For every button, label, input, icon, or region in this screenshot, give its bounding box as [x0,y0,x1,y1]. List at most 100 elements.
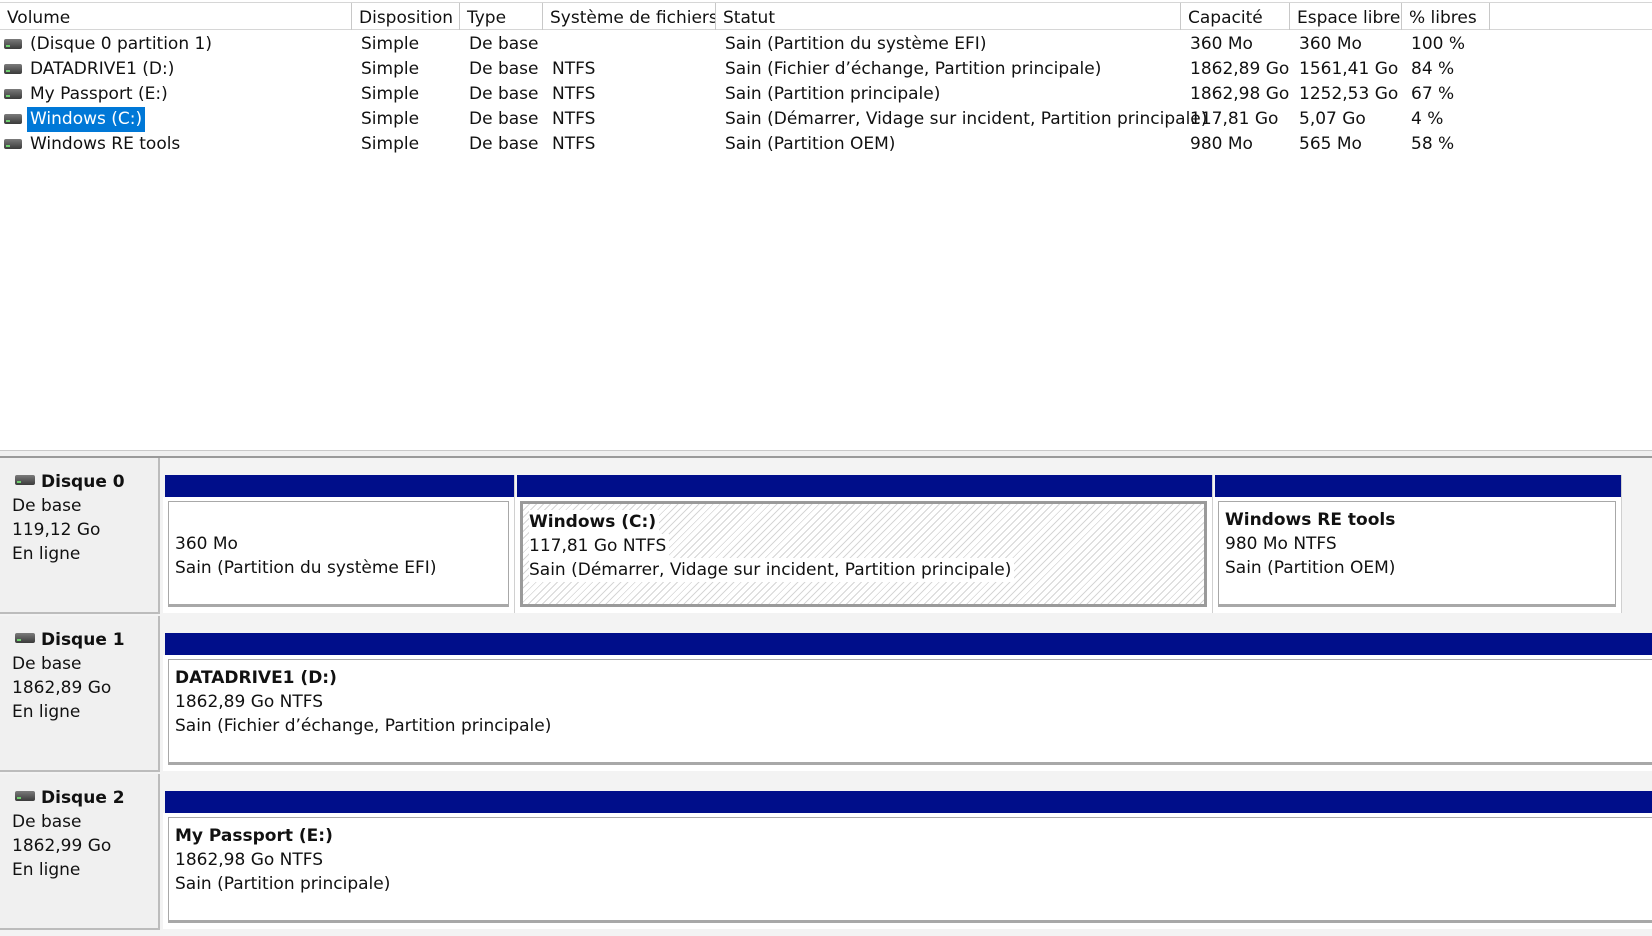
volume-free-space: 5,07 Go [1299,109,1366,129]
volume-disposition: Simple [361,134,420,154]
disk-icon [15,791,35,801]
disk-label[interactable]: Disque 2 De base 1862,99 Go En ligne [0,774,160,930]
volume-percent-free: 84 % [1411,59,1455,79]
partition-datadrive1-d[interactable]: DATADRIVE1 (D:) 1862,89 Go NTFS Sain (Fi… [163,633,1652,771]
partition-windows-c[interactable]: Windows (C:) 117,81 Go NTFS Sain (Démarr… [515,475,1213,613]
disk-type: De base [12,496,82,516]
volume-filesystem: NTFS [552,109,596,129]
column-header-capacity[interactable]: Capacité [1181,3,1290,30]
volume-filesystem: NTFS [552,59,596,79]
disk-map: Disque 0 De base 119,12 Go En ligne 360 … [0,458,1652,936]
column-header-disposition[interactable]: Disposition [352,3,460,30]
volume-icon [4,39,22,49]
volume-free-space: 360 Mo [1299,34,1362,54]
volume-percent-free: 4 % [1411,109,1444,129]
volume-type: De base [469,109,539,129]
disk-partitions: DATADRIVE1 (D:) 1862,89 Go NTFS Sain (Fi… [163,616,1652,772]
disk-label[interactable]: Disque 1 De base 1862,89 Go En ligne [0,616,160,772]
volume-status: Sain (Partition OEM) [725,134,896,154]
disk-size: 1862,89 Go [12,678,112,698]
disk-size: 1862,99 Go [12,836,112,856]
volume-filesystem: NTFS [552,134,596,154]
column-header-status[interactable]: Statut [716,3,1181,30]
partition-title: DATADRIVE1 (D:) [175,666,340,690]
partition-status: Sain (Démarrer, Vidage sur incident, Par… [529,558,1015,582]
volume-type: De base [469,134,539,154]
disk-row-1: Disque 1 De base 1862,89 Go En ligne DAT… [0,616,1652,772]
disk-icon [15,475,35,485]
disk-partitions: My Passport (E:) 1862,98 Go NTFS Sain (P… [163,774,1652,930]
volume-capacity: 1862,98 Go [1190,84,1290,104]
column-header-row: Volume Disposition Type Système de fichi… [0,2,1652,30]
volume-name: Windows RE tools [30,134,181,154]
column-header-free-space[interactable]: Espace libre [1290,3,1402,30]
disk-name: Disque 2 [41,788,125,808]
column-header-type[interactable]: Type [460,3,543,30]
volume-name: Windows (C:) [27,107,146,132]
volume-percent-free: 67 % [1411,84,1455,104]
volume-disposition: Simple [361,84,420,104]
volume-status: Sain (Démarrer, Vidage sur incident, Par… [725,109,1208,129]
volume-type: De base [469,84,539,104]
volume-capacity: 980 Mo [1190,134,1253,154]
partition-size: 360 Mo [175,532,241,556]
disk-partitions: 360 Mo Sain (Partition du système EFI) W… [163,458,1652,614]
partition-title: My Passport (E:) [175,824,336,848]
volume-name: (Disque 0 partition 1) [30,34,212,54]
volume-status: Sain (Partition du système EFI) [725,34,987,54]
partition-size: 1862,89 Go NTFS [175,690,327,714]
partition-size: 980 Mo NTFS [1225,532,1340,556]
volume-type: De base [469,34,539,54]
column-header-volume[interactable]: Volume [0,3,352,30]
volume-capacity: 117,81 Go [1190,109,1279,129]
partition-title: Windows (C:) [529,510,660,534]
volume-capacity: 360 Mo [1190,34,1253,54]
partition-status: Sain (Partition principale) [175,872,394,896]
volume-free-space: 1561,41 Go [1299,59,1399,79]
partition-title: Windows RE tools [1225,508,1399,532]
volume-filesystem: NTFS [552,84,596,104]
disk-row-2: Disque 2 De base 1862,99 Go En ligne My … [0,774,1652,930]
volume-icon [4,89,22,99]
volume-row[interactable]: DATADRIVE1 (D:) Simple De base NTFS Sain… [0,57,1652,82]
volume-icon [4,139,22,149]
disk-state: En ligne [12,544,81,564]
volume-status: Sain (Partition principale) [725,84,941,104]
partition-size: 117,81 Go NTFS [529,534,670,558]
partition-efi[interactable]: 360 Mo Sain (Partition du système EFI) [163,475,515,613]
disk-name: Disque 0 [41,472,125,492]
disk-state: En ligne [12,702,81,722]
partition-windows-re-tools[interactable]: Windows RE tools 980 Mo NTFS Sain (Parti… [1213,475,1622,613]
partition-size: 1862,98 Go NTFS [175,848,327,872]
disk-size: 119,12 Go [12,520,101,540]
volume-row[interactable]: Windows RE tools Simple De base NTFS Sai… [0,132,1652,157]
partition-status: Sain (Fichier d’échange, Partition princ… [175,714,555,738]
disk-label[interactable]: Disque 0 De base 119,12 Go En ligne [0,458,160,614]
volume-percent-free: 100 % [1411,34,1466,54]
volume-row[interactable]: My Passport (E:) Simple De base NTFS Sai… [0,82,1652,107]
disk-type: De base [12,812,82,832]
volume-status: Sain (Fichier d’échange, Partition princ… [725,59,1102,79]
partition-status: Sain (Partition du système EFI) [175,556,440,580]
partition-my-passport-e[interactable]: My Passport (E:) 1862,98 Go NTFS Sain (P… [163,791,1652,929]
volume-name: My Passport (E:) [30,84,168,104]
volume-disposition: Simple [361,109,420,129]
volume-type: De base [469,59,539,79]
volume-free-space: 565 Mo [1299,134,1362,154]
disk-state: En ligne [12,860,81,880]
volume-row[interactable]: (Disque 0 partition 1) Simple De base Sa… [0,32,1652,57]
volume-name: DATADRIVE1 (D:) [30,59,175,79]
disk-name: Disque 1 [41,630,125,650]
disk-type: De base [12,654,82,674]
column-header-filesystem[interactable]: Système de fichiers [543,3,716,30]
volume-row-selected[interactable]: Windows (C:) Simple De base NTFS Sain (D… [0,107,1652,132]
partition-status: Sain (Partition OEM) [1225,556,1399,580]
disk-icon [15,633,35,643]
volume-list[interactable]: Volume Disposition Type Système de fichi… [0,0,1652,450]
volume-free-space: 1252,53 Go [1299,84,1399,104]
volume-percent-free: 58 % [1411,134,1455,154]
pane-splitter[interactable] [0,450,1652,458]
column-header-percent-free[interactable]: % libres [1402,3,1490,30]
volume-icon [4,114,22,124]
disk-row-0: Disque 0 De base 119,12 Go En ligne 360 … [0,458,1652,614]
